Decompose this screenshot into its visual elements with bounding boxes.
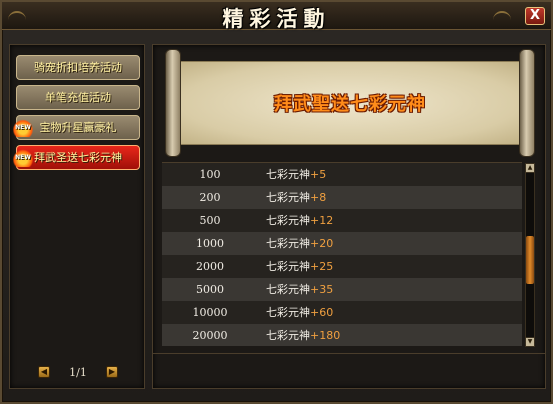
next-page-button[interactable]: ▶ [106,366,118,378]
reward-bonus: +12 [310,214,334,227]
reward-item: 七彩元神+25 [266,260,334,273]
table-row: 200 七彩元神+8 [162,186,522,209]
reward-bonus: +20 [310,237,334,250]
reward-threshold: 200 [199,191,221,204]
reward-threshold: 1000 [196,237,224,250]
page-indicator: 1/1 [69,366,87,379]
new-badge-icon: NEW [13,119,33,137]
sidebar-item-label: 骑宠折扣培养活动 [34,61,122,74]
activity-list-panel: 骑宠折扣培养活动 单笔充值活动 NEW 宝物升星赢豪礼 NEW 拜武圣送七彩元神… [9,44,145,389]
reward-threshold: 10000 [192,306,228,319]
pagination: ◀ 1/1 ▶ [10,363,146,383]
reward-threshold: 500 [199,214,221,227]
divider [153,353,545,354]
sidebar-item-label: 拜武圣送七彩元神 [34,151,122,164]
reward-item: 七彩元神+180 [266,329,341,342]
sidebar-item-label: 单笔充值活动 [45,91,111,104]
banner-title: 拜武聖送七彩元神 [274,94,426,115]
sidebar-item-label: 宝物升星赢豪礼 [39,121,117,134]
scroll-down-icon[interactable]: ▼ [525,337,535,347]
prev-page-button[interactable]: ◀ [38,366,50,378]
table-row: 5000 七彩元神+35 [162,278,522,301]
reward-threshold: 2000 [196,260,224,273]
reward-item: 七彩元神+5 [266,168,327,181]
reward-item: 七彩元神+35 [266,283,334,296]
reward-threshold: 20000 [192,329,228,342]
reward-bonus: +60 [310,306,334,319]
reward-scrollbar[interactable]: ▲ ▼ [525,163,535,347]
sidebar-item-single-recharge[interactable]: 单笔充值活动 [16,85,140,110]
sidebar-item-mount-discount[interactable]: 骑宠折扣培养活动 [16,55,140,80]
title-bar: 精彩活動 X [2,2,551,31]
reward-bonus: +8 [310,191,327,204]
close-button[interactable]: X [525,7,545,25]
table-row: 500 七彩元神+12 [162,209,522,232]
reward-bonus: +35 [310,283,334,296]
reward-item: 七彩元神+20 [266,237,334,250]
table-row: 2000 七彩元神+25 [162,255,522,278]
reward-item: 七彩元神+8 [266,191,327,204]
activity-window: 精彩活動 X 骑宠折扣培养活动 单笔充值活动 NEW 宝物升星赢豪礼 NEW 拜… [0,0,553,404]
table-row: 1000 七彩元神+20 [162,232,522,255]
activity-detail-panel: 拜武聖送七彩元神 100 七彩元神+5 200 七彩元神+8 500 七彩元神+… [152,44,546,389]
table-row: 20000 七彩元神+180 [162,324,522,346]
window-title: 精彩活動 [222,6,331,31]
sidebar-item-wusheng-spirit[interactable]: NEW 拜武圣送七彩元神 [13,145,140,170]
reward-bonus: +5 [310,168,327,181]
reward-threshold: 5000 [196,283,224,296]
reward-table: 100 七彩元神+5 200 七彩元神+8 500 七彩元神+12 1000 七… [162,162,522,346]
new-badge-icon: NEW [13,149,33,167]
reward-threshold: 100 [199,168,221,181]
table-row: 100 七彩元神+5 [162,163,522,186]
activity-banner: 拜武聖送七彩元神 [157,49,543,157]
sidebar-item-treasure-star[interactable]: NEW 宝物升星赢豪礼 [13,115,140,140]
reward-item: 七彩元神+60 [266,306,334,319]
table-row: 10000 七彩元神+60 [162,301,522,324]
reward-bonus: +180 [310,329,341,342]
reward-bonus: +25 [310,260,334,273]
scrollbar-thumb[interactable] [526,236,534,284]
reward-item: 七彩元神+12 [266,214,334,227]
scroll-up-icon[interactable]: ▲ [525,163,535,173]
